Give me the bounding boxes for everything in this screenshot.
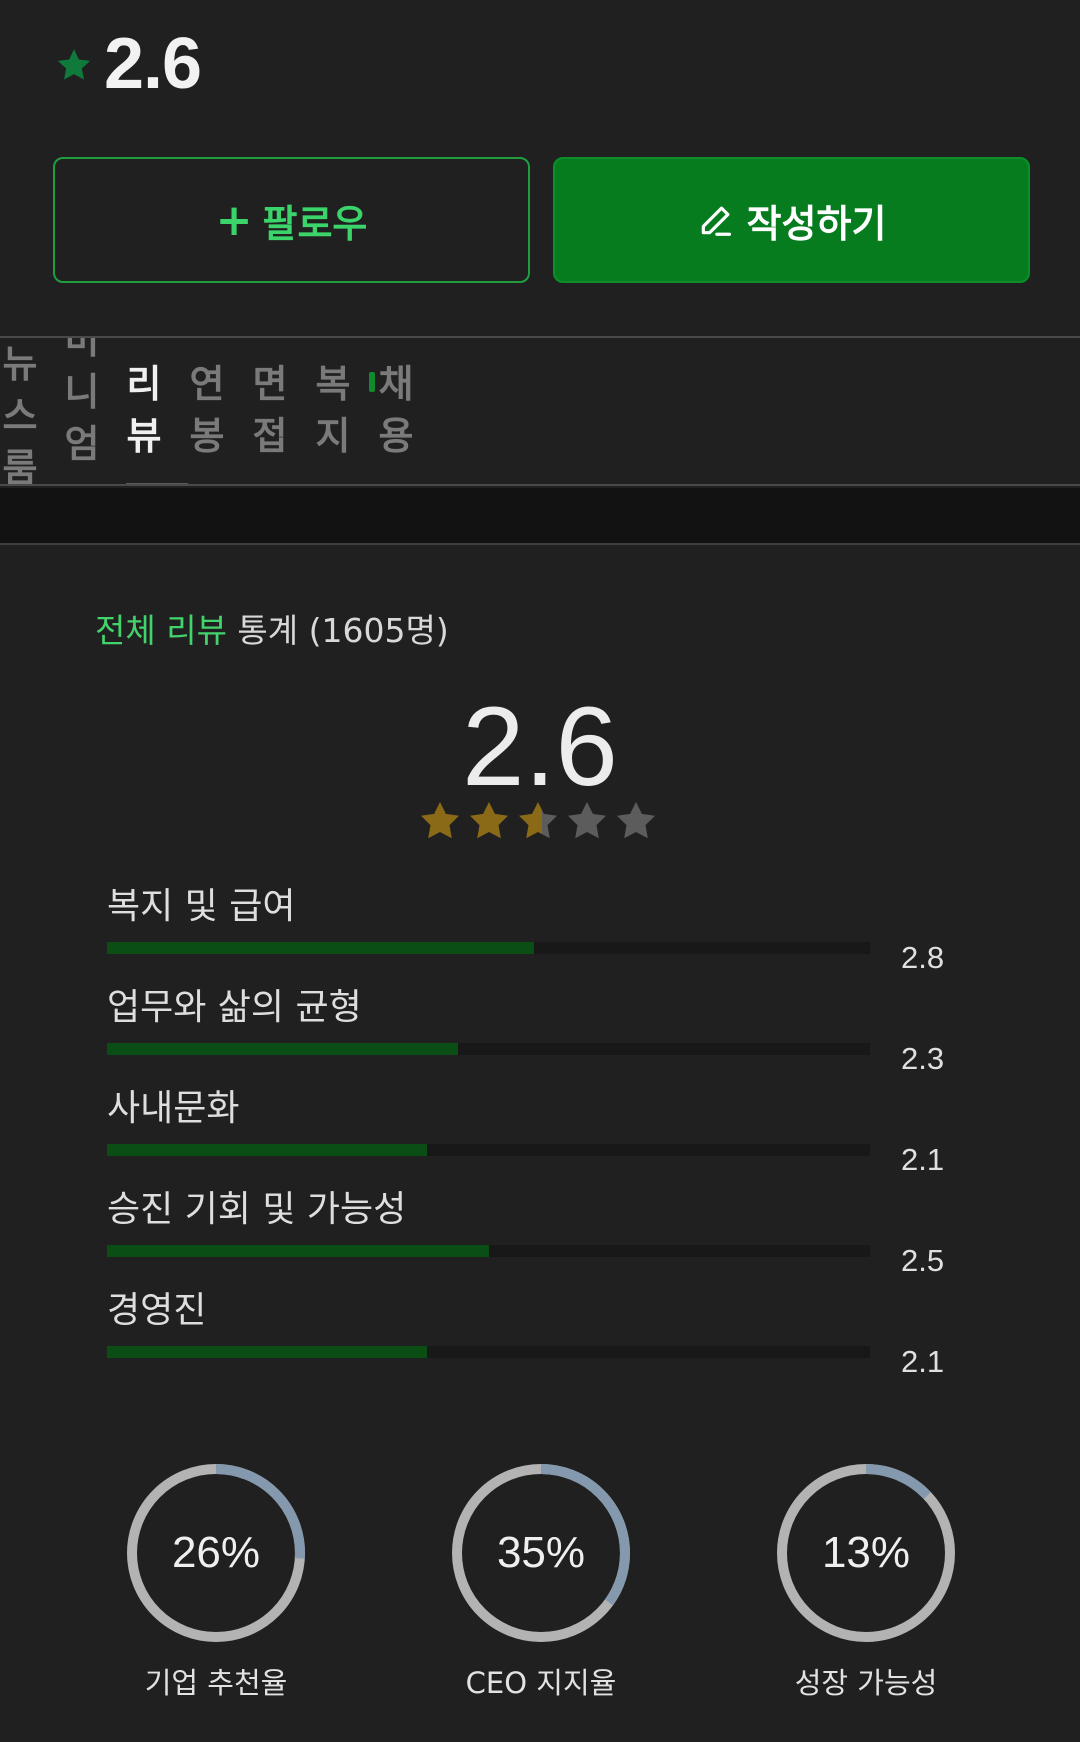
overall-score: 2.6 — [462, 684, 618, 809]
tab-review[interactable]: 리뷰 — [124, 358, 164, 462]
category-bar-fill — [107, 1346, 428, 1358]
tab-benefits[interactable]: 복지 — [313, 358, 353, 462]
rating-value: 2.6 — [104, 24, 202, 104]
tab-newsroom[interactable]: 뉴스룸 — [0, 338, 40, 484]
category-bar-track — [107, 1245, 870, 1257]
category-label: 승진 기회 및 가능성 — [107, 1189, 407, 1230]
section-divider — [0, 488, 1080, 545]
rating-star — [519, 802, 557, 839]
category-score: 2.1 — [901, 1344, 945, 1379]
donut-percent: 35% — [496, 1528, 586, 1577]
category-label: 경영진 — [107, 1290, 207, 1331]
stats-title-accent: 전체 리뷰 — [95, 611, 227, 650]
tab-bar: 뉴스룸 미니엄 리뷰 연봉 면접 복지 채용 — [0, 336, 1080, 486]
follow-button-label: 팔로우 — [262, 201, 368, 246]
active-tab-indicator — [126, 483, 188, 484]
stats-title: 전체 리뷰 통계 (1605명) — [95, 604, 449, 652]
new-indicator-dot — [369, 372, 375, 392]
category-score: 2.3 — [901, 1041, 945, 1076]
follow-button[interactable]: + 팔로우 — [53, 157, 530, 283]
plus-icon: + — [215, 194, 253, 246]
donut-label: CEO 지지율 — [465, 1666, 617, 1700]
category-bar-fill — [107, 942, 535, 954]
category-bar-track — [107, 1346, 870, 1358]
donut-chart: 26% — [121, 1458, 311, 1648]
pencil-icon — [701, 206, 731, 236]
donut-label: 성장 가능성 — [794, 1666, 938, 1700]
rating-star — [617, 802, 655, 839]
star-rating — [421, 802, 655, 839]
category-score: 2.1 — [901, 1142, 945, 1177]
category-score: 2.5 — [901, 1243, 945, 1278]
donut-percent: 13% — [821, 1528, 911, 1577]
star-icon — [57, 49, 91, 80]
stats-title-rest: 통계 (1605명) — [226, 611, 449, 650]
category-bar-fill — [107, 1043, 458, 1055]
donut-chart: 35% — [446, 1458, 636, 1648]
donut-percent: 26% — [171, 1528, 261, 1577]
category-label: 업무와 삶의 균형 — [107, 987, 362, 1028]
category-bar-track — [107, 942, 870, 954]
category-row: 업무와 삶의 균형 2.3 — [107, 985, 987, 1085]
write-review-button[interactable]: 작성하기 — [553, 157, 1030, 283]
category-bar-fill — [107, 1144, 428, 1156]
rating-star — [470, 802, 508, 839]
category-bar-track — [107, 1144, 870, 1156]
category-row: 승진 기회 및 가능성 2.5 — [107, 1187, 987, 1287]
tab-minium[interactable]: 미니엄 — [62, 338, 102, 470]
tab-salary[interactable]: 연봉 — [187, 358, 227, 462]
category-label: 복지 및 급여 — [107, 886, 296, 927]
category-row: 경영진 2.1 — [107, 1288, 987, 1388]
company-rating: 2.6 — [54, 22, 202, 106]
category-row: 복지 및 급여 2.8 — [107, 884, 987, 984]
category-bar-track — [107, 1043, 870, 1055]
category-label: 사내문화 — [107, 1088, 240, 1129]
action-buttons: + 팔로우 작성하기 — [53, 157, 1030, 283]
donut-label: 기업 추천율 — [144, 1666, 288, 1700]
donut-chart: 13% — [771, 1458, 961, 1648]
tab-jobs[interactable]: 채용 — [376, 358, 416, 462]
tab-interview[interactable]: 면접 — [250, 358, 290, 462]
category-bar-fill — [107, 1245, 489, 1257]
category-row: 사내문화 2.1 — [107, 1086, 987, 1186]
rating-star — [568, 802, 606, 839]
category-score: 2.8 — [901, 940, 945, 975]
write-button-label: 작성하기 — [746, 201, 887, 246]
rating-star — [421, 802, 459, 839]
